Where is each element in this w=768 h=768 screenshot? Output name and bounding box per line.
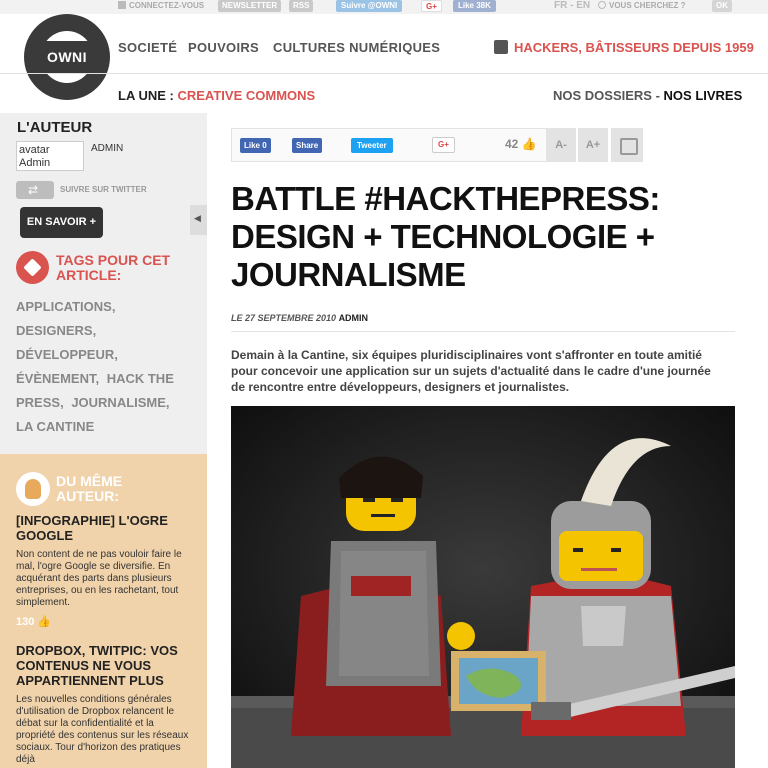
increase-font-button[interactable]: A+ — [578, 128, 608, 162]
lego-figures-image — [231, 406, 735, 768]
thumb-icon: 👍 — [37, 616, 52, 628]
tag-link[interactable]: LA CANTINE — [16, 419, 94, 434]
facebook-like-button[interactable]: Like 38K — [453, 0, 496, 12]
follow-twitter-label: SUIVRE SUR TWITTER — [60, 185, 147, 194]
author-heading: L'AUTEUR — [17, 119, 93, 136]
article-photo — [231, 406, 735, 768]
tag-link[interactable]: JOURNALISME, — [71, 395, 169, 410]
tweet-button[interactable]: Tweeter — [351, 138, 393, 153]
tags-heading: TAGS POUR CET ARTICLE: — [56, 252, 171, 283]
share-bar: Like 0 Share Tweeter G+ 42 👍 — [231, 128, 548, 162]
tag-link[interactable]: DÉVELOPPEUR, — [16, 347, 118, 362]
facebook-like-button[interactable]: Like 0 — [240, 138, 271, 153]
language-switch[interactable]: FR - EN — [554, 0, 590, 12]
book-icon — [494, 40, 508, 54]
author-name[interactable]: ADMIN — [91, 143, 123, 154]
la-une: LA UNE : CREATIVE COMMONS — [118, 88, 316, 103]
byline: LE 27 SEPTEMBRE 2010 ADMIN — [231, 313, 369, 323]
connect-link[interactable]: CONNECTEZ-VOUS — [118, 0, 204, 12]
facebook-share-button[interactable]: Share — [292, 138, 323, 153]
nos-dossiers-link[interactable]: NOS DOSSIERS — [553, 88, 652, 103]
rss-link[interactable]: RSS — [289, 0, 314, 12]
article-lede: Demain à la Cantine, six équipes pluridi… — [231, 348, 711, 394]
related-article-desc: Les nouvelles conditions générales d'uti… — [16, 694, 189, 765]
decrease-font-button[interactable]: A- — [546, 128, 576, 162]
hackers-book-link[interactable]: HACKERS, BÂTISSEURS DEPUIS 1959 — [494, 40, 754, 55]
header-divider — [0, 73, 768, 74]
follow-twitter-button[interactable] — [16, 181, 54, 199]
tag-list: APPLICATIONS, DESIGNERS, DÉVELOPPEUR, ÉV… — [16, 295, 191, 439]
la-une-link[interactable]: CREATIVE COMMONS — [177, 88, 315, 103]
tag-link[interactable]: APPLICATIONS, — [16, 299, 115, 314]
thumb-icon: 👍 — [521, 137, 537, 151]
search-icon — [598, 1, 606, 9]
byline-author[interactable]: ADMIN — [339, 313, 369, 323]
like-count: 42 👍 — [505, 137, 537, 151]
nav-societe[interactable]: SOCIETÉ — [118, 40, 177, 55]
related-article[interactable]: [INFOGRAPHIE] L'OGRE GOOGLE Non content … — [16, 513, 196, 628]
same-author-panel: DU MÊME AUTEUR: [INFOGRAPHIE] L'OGRE GOO… — [0, 454, 207, 768]
article-headline: BATTLE #HACKTHEPRESS: DESIGN + TECHNOLOG… — [231, 180, 660, 293]
byline-divider — [231, 331, 735, 332]
sidebar: L'AUTEUR avatar Admin ADMIN SUIVRE SUR T… — [0, 113, 207, 768]
search-ok-button[interactable]: OK — [712, 0, 732, 12]
related-article[interactable]: DROPBOX, TWITPIC: VOS CONTENUS NE VOUS A… — [16, 643, 196, 766]
tag-link[interactable]: ÉVÈNEMENT, — [16, 371, 99, 386]
print-icon[interactable] — [611, 128, 643, 162]
nav-pouvoirs[interactable]: POUVOIRS — [188, 40, 259, 55]
dossiers-nav: NOS DOSSIERS - NOS LIVRES — [553, 88, 743, 103]
site-header: OWNI SOCIETÉ POUVOIRS CULTURES NUMÉRIQUE… — [0, 14, 768, 110]
tag-link[interactable]: DESIGNERS, — [16, 323, 96, 338]
nos-livres-link[interactable]: NOS LIVRES — [664, 88, 743, 103]
user-icon — [118, 1, 126, 9]
gplus-share-button[interactable]: G+ — [432, 137, 455, 153]
newsletter-link[interactable]: NEWSLETTER — [218, 0, 282, 12]
author-icon — [16, 472, 50, 506]
tag-icon — [16, 251, 49, 284]
en-savoir-plus-button[interactable]: EN SAVOIR + — [20, 207, 103, 238]
gplus-button[interactable]: G+ — [421, 0, 442, 12]
search-input[interactable]: VOUS CHERCHEZ ? — [598, 0, 708, 12]
collapse-sidebar-handle[interactable] — [190, 205, 207, 235]
site-logo[interactable]: OWNI — [36, 41, 98, 73]
related-article-title[interactable]: [INFOGRAPHIE] L'OGRE GOOGLE — [16, 513, 196, 543]
avatar: avatar Admin — [16, 141, 84, 171]
related-article-desc: Non content de ne pas vouloir faire le m… — [16, 549, 182, 608]
related-article-score: 130 👍 — [16, 616, 52, 628]
top-strip: CONNECTEZ-VOUS NEWSLETTER RSS Suivre @OW… — [0, 0, 768, 14]
related-article-title[interactable]: DROPBOX, TWITPIC: VOS CONTENUS NE VOUS A… — [16, 643, 196, 688]
twitter-follow-button[interactable]: Suivre @OWNI — [336, 0, 403, 12]
same-author-heading: DU MÊME AUTEUR: — [56, 473, 123, 504]
nav-cultures-numeriques[interactable]: CULTURES NUMÉRIQUES — [273, 40, 440, 55]
